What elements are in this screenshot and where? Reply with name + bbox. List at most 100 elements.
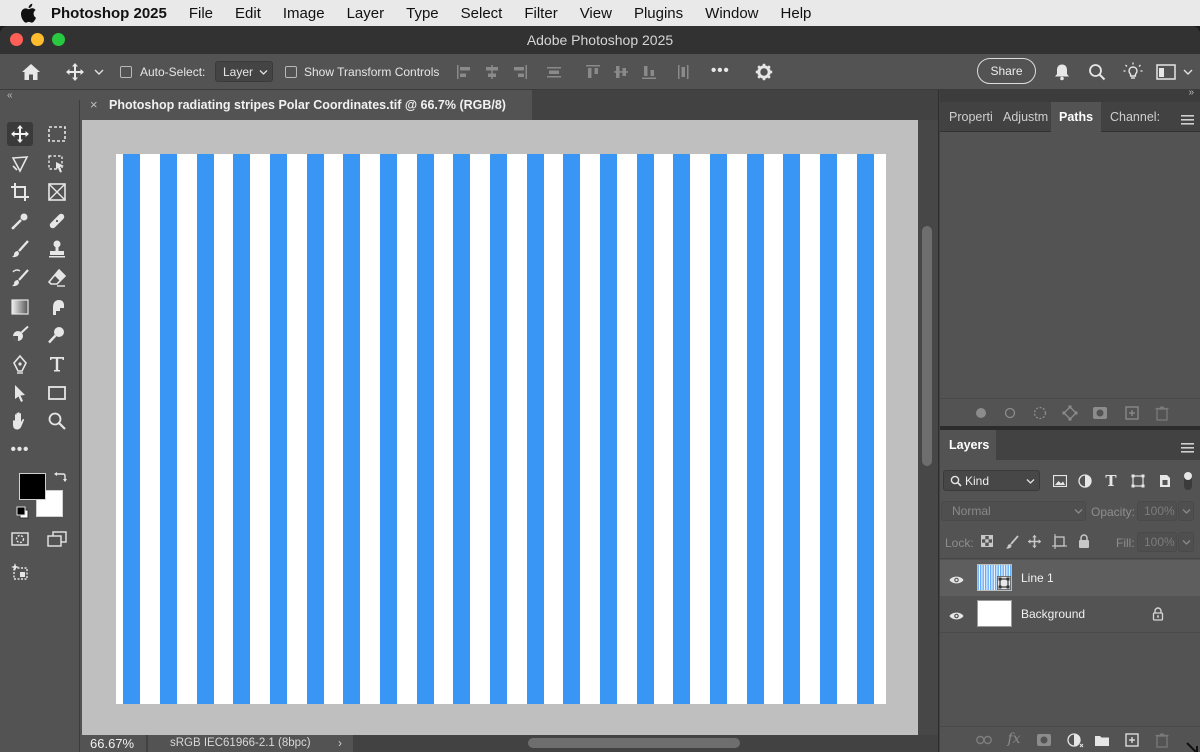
layer-name-background[interactable]: Background: [1021, 607, 1085, 621]
menu-help[interactable]: Help: [781, 5, 812, 22]
discover-lightbulb-icon[interactable]: [1122, 61, 1144, 83]
add-mask-icon[interactable]: [1091, 404, 1109, 422]
stroke-path-icon[interactable]: [1002, 405, 1018, 421]
menu-file[interactable]: File: [189, 5, 213, 22]
lock-all-icon[interactable]: [1076, 533, 1092, 549]
tool-preset-chevron-icon[interactable]: [93, 66, 105, 78]
delete-path-icon[interactable]: [1153, 404, 1171, 422]
distribute-vertical-icon[interactable]: [545, 63, 563, 81]
edit-toolbar-button[interactable]: •••: [7, 437, 33, 461]
layer-row-background[interactable]: Background: [940, 596, 1200, 632]
add-layer-mask-icon[interactable]: [1035, 731, 1053, 749]
filter-shape-layers-icon[interactable]: [1130, 473, 1146, 489]
blend-mode-dropdown[interactable]: Normal: [941, 501, 1086, 521]
more-options-button[interactable]: •••: [711, 62, 730, 79]
healing-brush-tool-button[interactable]: [44, 209, 70, 233]
panel-dock-collapse-bar[interactable]: »: [940, 87, 1200, 102]
menu-window[interactable]: Window: [705, 5, 758, 22]
frame-tool-button[interactable]: [44, 180, 70, 204]
close-document-icon[interactable]: ×: [90, 97, 98, 112]
marquee-tool-button[interactable]: [44, 122, 70, 146]
layers-panel-menu-icon[interactable]: [1181, 440, 1194, 458]
tab-properties[interactable]: Properti: [940, 102, 997, 132]
dodge-tool-button[interactable]: [7, 323, 33, 347]
foreground-color-swatch[interactable]: [19, 473, 46, 500]
zoom-level[interactable]: 66.67%: [82, 735, 146, 752]
create-new-layer-icon[interactable]: [1123, 731, 1141, 749]
tab-paths[interactable]: Paths: [1051, 102, 1101, 132]
type-tool-button[interactable]: [44, 352, 70, 376]
delete-layer-icon[interactable]: [1153, 731, 1171, 749]
align-horizontal-centers-icon[interactable]: [483, 63, 501, 81]
distribute-horizontal-icon[interactable]: [674, 63, 692, 81]
new-adjustment-layer-icon[interactable]: [1066, 731, 1086, 749]
layer-filter-kind-dropdown[interactable]: Kind: [943, 470, 1040, 491]
menu-view[interactable]: View: [580, 5, 612, 22]
tab-channels[interactable]: Channel:: [1101, 102, 1161, 132]
menu-filter[interactable]: Filter: [524, 5, 557, 22]
menu-layer[interactable]: Layer: [347, 5, 385, 22]
layer-locked-icon[interactable]: [1152, 607, 1164, 626]
eraser-tool-button[interactable]: [44, 266, 70, 290]
document-canvas[interactable]: [116, 154, 886, 704]
crop-tool-button[interactable]: [7, 180, 33, 204]
layer-visibility-eye-icon[interactable]: [949, 608, 964, 626]
layer-name-line-1[interactable]: Line 1: [1021, 571, 1054, 585]
new-group-folder-icon[interactable]: [1093, 731, 1111, 749]
fill-path-icon[interactable]: [973, 405, 989, 421]
vertical-scrollbar-thumb[interactable]: [922, 226, 932, 466]
lasso-tool-button[interactable]: [7, 152, 33, 176]
quick-mask-icon[interactable]: [7, 527, 33, 551]
panel-menu-icon[interactable]: [1181, 112, 1194, 130]
align-bottom-edges-icon[interactable]: [640, 63, 658, 81]
lock-position-icon[interactable]: [1026, 533, 1042, 549]
opacity-input[interactable]: 100%: [1137, 501, 1177, 521]
zoom-burn-tool-button[interactable]: [44, 323, 70, 347]
tab-adjustments[interactable]: Adjustm: [997, 102, 1051, 132]
swap-colors-icon[interactable]: [53, 470, 67, 489]
auto-select-checkbox[interactable]: [120, 66, 132, 78]
auto-select-dropdown[interactable]: Layer: [215, 61, 273, 82]
layer-visibility-eye-icon[interactable]: [949, 572, 964, 590]
workspace-icon[interactable]: [1155, 62, 1177, 82]
smudge-tool-button[interactable]: [44, 295, 70, 319]
zoom-tool-button[interactable]: [44, 409, 70, 433]
rectangle-tool-button[interactable]: [44, 381, 70, 405]
color-profile-info[interactable]: sRGB IEC61966-2.1 (8bpc): [148, 735, 353, 752]
path-selection-tool-button[interactable]: [7, 381, 33, 405]
search-icon[interactable]: [1087, 62, 1107, 82]
object-selection-tool-button[interactable]: [44, 152, 70, 176]
move-tool-icon[interactable]: [64, 62, 86, 82]
layer-filter-toggle[interactable]: [1184, 472, 1192, 490]
panel-resize-corner-icon[interactable]: [1186, 741, 1198, 752]
screen-mode-icon[interactable]: [44, 527, 70, 551]
brush-tool-button[interactable]: [7, 237, 33, 261]
show-transform-checkbox[interactable]: [285, 66, 297, 78]
align-vertical-centers-icon[interactable]: [612, 63, 630, 81]
default-colors-icon[interactable]: [16, 506, 29, 524]
move-tool-button[interactable]: [7, 122, 33, 146]
align-top-edges-icon[interactable]: [584, 63, 602, 81]
generative-fill-icon[interactable]: [7, 560, 33, 584]
make-work-path-icon[interactable]: [1061, 404, 1079, 422]
menu-select[interactable]: Select: [461, 5, 503, 22]
menu-plugins[interactable]: Plugins: [634, 5, 683, 22]
layer-row-line-1[interactable]: Line 1: [940, 560, 1200, 596]
create-new-path-icon[interactable]: [1123, 404, 1141, 422]
filter-adjustment-layers-icon[interactable]: [1077, 473, 1093, 489]
filter-smart-objects-icon[interactable]: [1157, 473, 1173, 489]
gradient-tool-button[interactable]: [7, 295, 33, 319]
document-tab[interactable]: × Photoshop radiating stripes Polar Coor…: [82, 90, 532, 120]
fill-input[interactable]: 100%: [1137, 532, 1177, 552]
status-info-chevron-icon[interactable]: ›: [338, 735, 342, 752]
filter-pixel-layers-icon[interactable]: [1052, 473, 1068, 489]
filter-type-layers-icon[interactable]: T: [1103, 472, 1119, 490]
menu-app-name[interactable]: Photoshop 2025: [51, 5, 167, 22]
menu-edit[interactable]: Edit: [235, 5, 261, 22]
notifications-bell-icon[interactable]: [1052, 62, 1072, 82]
horizontal-scrollbar-thumb[interactable]: [528, 738, 740, 748]
eyedropper-tool-button[interactable]: [7, 209, 33, 233]
link-layers-icon[interactable]: [975, 731, 993, 749]
menu-image[interactable]: Image: [283, 5, 325, 22]
lock-transparent-pixels-icon[interactable]: [980, 534, 994, 548]
